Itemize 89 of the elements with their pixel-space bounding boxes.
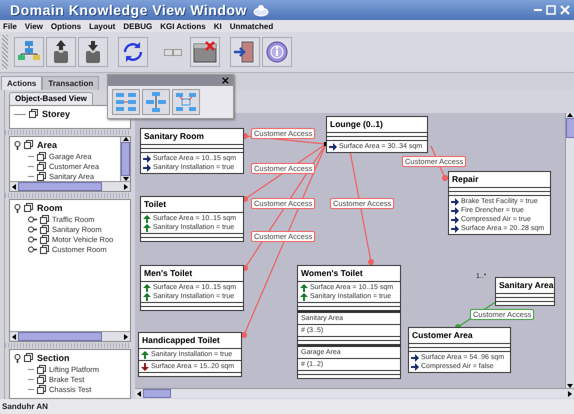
maximize-icon	[546, 5, 556, 15]
scroll-thumb[interactable]	[18, 332, 102, 341]
collapsed-handle-icon[interactable]	[28, 216, 37, 222]
right-arrow-icon	[567, 390, 572, 396]
menu-item[interactable]: Layout	[89, 22, 116, 30]
down-arrow-icon	[141, 362, 149, 370]
class-box[interactable]: Sanitary Area	[495, 277, 555, 306]
close-icon	[560, 5, 570, 15]
tab[interactable]: Actions	[1, 76, 42, 90]
cup-logo-icon	[252, 3, 269, 17]
class-node-icon	[37, 384, 46, 394]
collapsed-handle-icon[interactable]	[28, 226, 37, 232]
info-icon	[264, 39, 290, 65]
class-node-icon	[40, 224, 49, 234]
scroll-thumb[interactable]	[566, 118, 574, 138]
panel-tab[interactable]: Object-Based View	[9, 92, 93, 105]
class-title: Repair	[449, 172, 550, 188]
scroll-thumb[interactable]	[143, 389, 171, 398]
toolbar-button[interactable]	[78, 37, 108, 67]
grid-layout-icon	[114, 91, 138, 113]
class-node-icon	[37, 162, 46, 170]
toolbar-button[interactable]	[14, 37, 44, 67]
class-node-icon	[37, 172, 46, 180]
two-squares-icon	[164, 48, 182, 56]
toolbar-button[interactable]	[118, 37, 148, 67]
toolbar-button[interactable]	[190, 37, 220, 67]
menu-item[interactable]: Unmatched	[230, 22, 274, 30]
class-title: Lounge (0..1)	[327, 117, 427, 133]
menu-item[interactable]: KI	[214, 22, 222, 30]
class-node-icon	[37, 152, 46, 160]
tab[interactable]: Transaction	[42, 76, 100, 90]
toolbar-button[interactable]	[230, 37, 260, 67]
class-title: Men's Toilet	[141, 266, 243, 282]
tree-item[interactable]: Section	[37, 353, 70, 363]
collapsed-handle-icon[interactable]	[28, 236, 37, 242]
left-arrow-icon	[12, 334, 17, 340]
class-node-icon	[37, 374, 46, 384]
horizontal-scrollbar[interactable]	[10, 331, 130, 341]
expanded-handle-icon[interactable]	[14, 204, 21, 212]
frame-layout-icon	[174, 91, 198, 113]
right-arrow-icon	[123, 184, 128, 190]
menu-item[interactable]: File	[3, 22, 17, 30]
up-arrow-icon	[141, 350, 149, 358]
expanded-handle-icon[interactable]	[14, 140, 21, 150]
status-text: Sanduhr AN	[2, 402, 48, 411]
class-node-icon	[40, 244, 49, 254]
class-node-icon	[24, 353, 34, 363]
minimize-icon	[534, 9, 542, 11]
menu-item[interactable]: KGI Actions	[160, 22, 206, 30]
window-cross-icon	[192, 39, 218, 65]
down-arrow-icon	[122, 176, 128, 181]
left-arrow-icon	[137, 390, 142, 396]
left-arrow-icon	[12, 184, 17, 190]
class-title: Sanitary Area	[496, 278, 554, 294]
class-title: Handicapped Toilet	[139, 333, 241, 349]
tree-item[interactable]: Room	[37, 203, 62, 213]
tree-item[interactable]: Storey	[42, 109, 70, 119]
scroll-thumb[interactable]	[121, 142, 130, 176]
expanded-handle-icon[interactable]	[14, 354, 21, 362]
window-title: Domain Knowledge View Window	[10, 2, 247, 18]
scroll-thumb[interactable]	[18, 182, 102, 191]
vertical-scrollbar[interactable]	[120, 137, 130, 181]
class-title: Women's Toilet	[298, 266, 400, 282]
class-title: Customer Area	[409, 328, 510, 344]
up-arrow-icon	[122, 137, 128, 142]
menu-item[interactable]: View	[24, 22, 43, 30]
right-arrow-icon	[123, 334, 128, 340]
class-title: Sanitary Room	[141, 129, 243, 145]
collapsed-handle-icon[interactable]	[28, 246, 37, 252]
horizontal-scrollbar[interactable]	[135, 388, 574, 398]
tree-item[interactable]: Area	[37, 140, 58, 150]
class-node-icon	[40, 214, 49, 224]
class-node-icon	[37, 364, 46, 374]
class-node-icon	[24, 140, 34, 150]
toolbar-button[interactable]	[46, 37, 76, 67]
close-button[interactable]: ×	[220, 75, 230, 86]
class-node-icon	[24, 203, 34, 213]
toolbar-button[interactable]	[262, 37, 292, 67]
down-arrow-icon	[567, 383, 573, 388]
class-node-icon	[40, 234, 49, 244]
right-arrow-icon	[329, 142, 337, 150]
class-node-icon	[29, 109, 39, 119]
menu-item[interactable]: Options	[50, 22, 82, 30]
horizontal-scrollbar[interactable]	[10, 181, 130, 191]
class-title: Toilet	[141, 197, 243, 213]
up-arrow-icon	[567, 113, 573, 118]
vertical-scrollbar[interactable]	[565, 113, 574, 388]
menu-item[interactable]: DEBUG	[123, 22, 152, 30]
tree-layout-icon	[144, 91, 168, 113]
